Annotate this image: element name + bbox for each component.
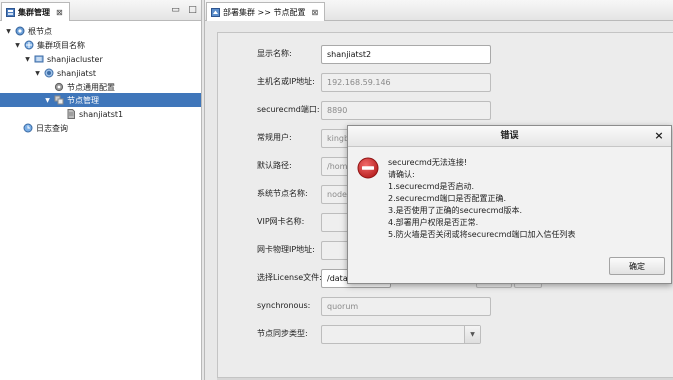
tree-item-label: 日志查询 xyxy=(36,123,68,133)
node-file-icon xyxy=(67,109,75,119)
error-dialog: 错误 × securecmd无法连接! 请确认: 1.securecmd是否启动… xyxy=(347,125,672,284)
tree-item-label: 集群项目名称 xyxy=(37,40,85,50)
vip-nic-name-label: VIP网卡名称: xyxy=(257,217,305,226)
license-file-label: 选择License文件: xyxy=(257,273,322,282)
cluster-management-icon xyxy=(6,7,15,17)
expand-toggle-icon[interactable]: ▼ xyxy=(13,41,22,50)
message-line: 2.securecmd端口是否配置正确. xyxy=(388,194,507,203)
tab-label: 部署集群 >> 节点配置 xyxy=(223,7,306,17)
error-icon xyxy=(357,157,379,179)
tree-item-label: 节点管理 xyxy=(67,95,99,105)
error-message: securecmd无法连接! 请确认: 1.securecmd是否启动. 2.s… xyxy=(388,157,663,241)
cluster-icon xyxy=(34,55,44,63)
message-line: 4.部署用户权限是否正常. xyxy=(388,218,479,227)
expand-toggle-icon[interactable]: ▼ xyxy=(33,69,42,78)
host-ip-input[interactable]: 192.168.59.146 xyxy=(321,73,491,92)
tree-item-root[interactable]: ▼ 根节点 xyxy=(0,24,201,38)
expand-toggle-icon[interactable]: ▼ xyxy=(4,27,13,36)
tree-item-node-management[interactable]: ▼ 节点管理 xyxy=(0,93,201,107)
tab-label: 集群管理 xyxy=(18,7,50,17)
maximize-icon[interactable]: □ xyxy=(188,4,197,16)
securecmd-port-input[interactable]: 8890 xyxy=(321,101,491,120)
message-line: 5.防火墙是否关闭或将securecmd端口加入信任列表 xyxy=(388,230,576,239)
close-icon[interactable]: ⊠ xyxy=(56,8,63,17)
tab-cluster-management[interactable]: 集群管理 ⊠ xyxy=(1,2,70,21)
tree-item-label: shanjiacluster xyxy=(47,54,103,64)
display-name-input[interactable]: shanjiatst2 xyxy=(321,45,491,64)
minimize-icon[interactable]: ▭ xyxy=(171,4,180,16)
panel-header: 集群管理 ⊠ ▭ □ xyxy=(0,0,201,21)
securecmd-port-label: securecmd端口: xyxy=(257,105,320,114)
tree-item-node[interactable]: shanjiatst1 xyxy=(0,107,201,121)
tree-item-common-config[interactable]: 节点通用配置 xyxy=(0,80,201,94)
close-icon[interactable]: × xyxy=(653,129,665,143)
synchronous-label: synchronous: xyxy=(257,301,311,310)
log-icon xyxy=(23,123,33,133)
message-line: securecmd无法连接! xyxy=(388,158,468,167)
cluster-management-panel: 集群管理 ⊠ ▭ □ ▼ 根节点 ▼ 集群项目名称 ▼ shanjiaclust… xyxy=(0,0,202,380)
tree-item-project[interactable]: ▼ 集群项目名称 xyxy=(0,38,201,52)
tree-item-label: shanjiatst xyxy=(57,68,96,78)
sync-type-label: 节点同步类型: xyxy=(257,329,308,338)
panel-controls: ▭ □ xyxy=(171,4,197,16)
cluster-tree: ▼ 根节点 ▼ 集群项目名称 ▼ shanjiacluster ▼ shanji… xyxy=(0,21,201,380)
tree-item-label: shanjiatst1 xyxy=(79,109,124,119)
message-line: 请确认: xyxy=(388,170,415,179)
tree-item-node-group[interactable]: ▼ shanjiatst xyxy=(0,66,201,80)
deploy-icon xyxy=(211,7,220,17)
tree-item-cluster[interactable]: ▼ shanjiacluster xyxy=(0,52,201,66)
editor-header: 部署集群 >> 节点配置 ⊠ xyxy=(205,0,673,21)
sync-type-select[interactable]: ▼ xyxy=(321,325,481,344)
tab-node-config[interactable]: 部署集群 >> 节点配置 ⊠ xyxy=(206,2,326,21)
expand-toggle-icon[interactable]: ▼ xyxy=(23,55,32,64)
message-line: 3.是否使用了正确的securecmd版本. xyxy=(388,206,523,215)
dialog-title: 错误 xyxy=(500,131,519,141)
config-icon xyxy=(54,82,64,92)
root-node-icon xyxy=(15,26,25,36)
system-node-name-label: 系统节点名称: xyxy=(257,189,308,198)
project-icon xyxy=(24,40,34,50)
chevron-down-icon[interactable]: ▼ xyxy=(464,326,480,343)
tree-item-log-query[interactable]: 日志查询 xyxy=(0,121,201,135)
expand-toggle-icon[interactable]: ▼ xyxy=(43,96,52,105)
tree-item-label: 根节点 xyxy=(28,26,52,36)
dialog-titlebar[interactable]: 错误 × xyxy=(348,126,671,147)
close-icon[interactable]: ⊠ xyxy=(312,8,319,17)
common-user-label: 常规用户: xyxy=(257,133,292,142)
display-name-label: 显示名称: xyxy=(257,49,292,58)
synchronous-input[interactable]: quorum xyxy=(321,297,491,316)
host-ip-label: 主机名或IP地址: xyxy=(257,77,315,86)
ok-button[interactable]: 确定 xyxy=(609,257,665,275)
tree-item-label: 节点通用配置 xyxy=(67,82,115,92)
message-line: 1.securecmd是否启动. xyxy=(388,182,475,191)
default-path-label: 默认路径: xyxy=(257,161,292,170)
node-group-icon xyxy=(44,68,54,78)
nic-physical-ip-label: 网卡物理IP地址: xyxy=(257,245,315,254)
node-manage-icon xyxy=(54,95,64,105)
